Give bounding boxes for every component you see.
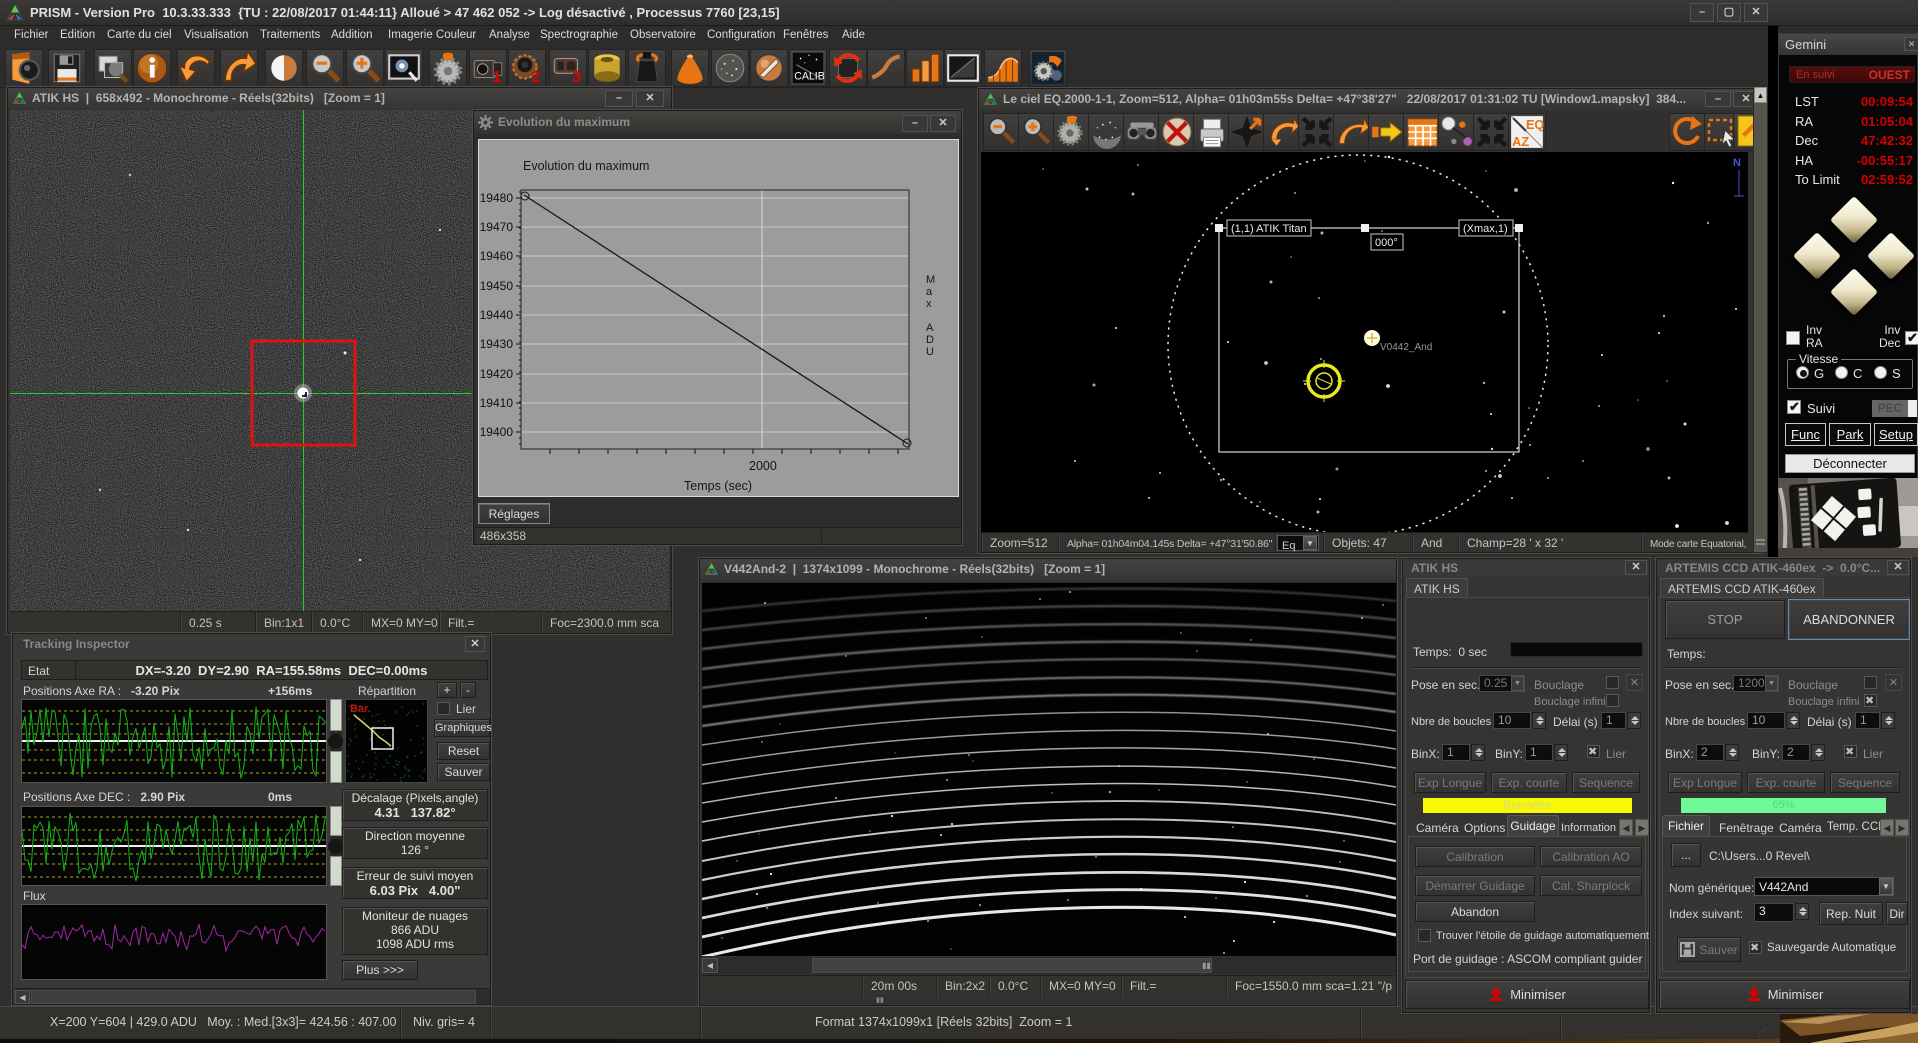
svg-text:A: A bbox=[926, 322, 934, 334]
svg-text:2000: 2000 bbox=[749, 459, 777, 473]
svg-text:19470: 19470 bbox=[480, 220, 514, 234]
svg-text:19450: 19450 bbox=[480, 279, 514, 293]
svg-text:U: U bbox=[926, 346, 934, 358]
svg-text:CALIB: CALIB bbox=[794, 71, 825, 83]
svg-text:19460: 19460 bbox=[480, 249, 514, 263]
svg-text:3: 3 bbox=[572, 69, 581, 86]
svg-text:M: M bbox=[926, 274, 935, 286]
svg-text:2: 2 bbox=[531, 69, 540, 86]
svg-text:Evolution du maximum: Evolution du maximum bbox=[523, 159, 649, 173]
svg-text:19400: 19400 bbox=[480, 425, 514, 439]
svg-text:(1,1) ATIK Titan: (1,1) ATIK Titan bbox=[1231, 223, 1307, 235]
svg-text:19480: 19480 bbox=[480, 191, 514, 205]
svg-text:Temps (sec): Temps (sec) bbox=[684, 479, 752, 493]
svg-text:Bar.: Bar. bbox=[350, 703, 371, 715]
svg-text:19420: 19420 bbox=[480, 367, 514, 381]
svg-text:19410: 19410 bbox=[480, 396, 514, 410]
svg-text:AZ: AZ bbox=[1512, 135, 1529, 149]
svg-text:x: x bbox=[926, 298, 932, 310]
svg-text:D: D bbox=[926, 334, 934, 346]
svg-text:a: a bbox=[926, 286, 933, 298]
svg-text:EQ: EQ bbox=[1526, 118, 1544, 132]
svg-text:V0442_And: V0442_And bbox=[1380, 342, 1432, 353]
svg-text:000°: 000° bbox=[1375, 237, 1398, 249]
svg-text:N: N bbox=[1733, 157, 1741, 169]
svg-text:1: 1 bbox=[492, 69, 501, 86]
svg-text:(Xmax,1): (Xmax,1) bbox=[1463, 223, 1508, 235]
svg-text:19430: 19430 bbox=[480, 337, 514, 351]
svg-text:19440: 19440 bbox=[480, 308, 514, 322]
